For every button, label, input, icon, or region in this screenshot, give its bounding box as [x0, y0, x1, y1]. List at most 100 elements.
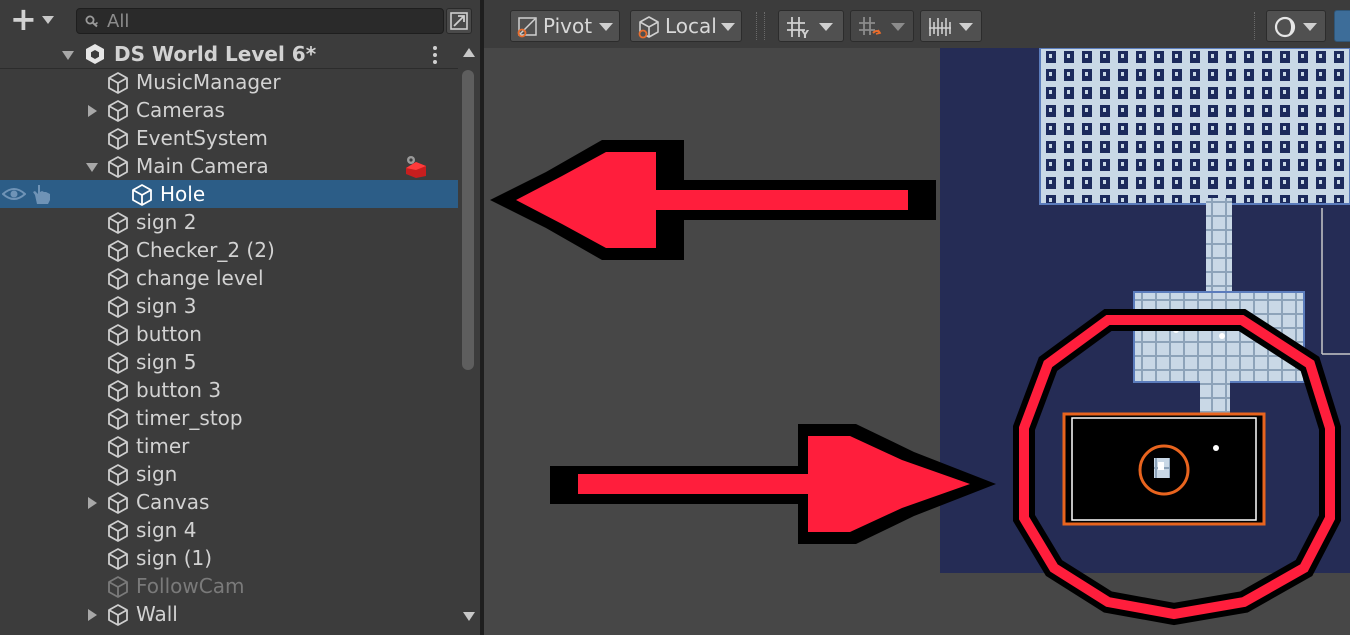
hierarchy-item-label: change level [136, 266, 264, 290]
svg-text:Y: Y [800, 28, 810, 39]
hierarchy-item-label: MusicManager [136, 70, 281, 94]
chevron-down-icon [959, 23, 973, 31]
gameobject-cube-icon [108, 296, 128, 318]
gameobject-cube-icon [108, 240, 128, 262]
hierarchy-scrollbar[interactable] [458, 40, 480, 635]
hierarchy-item-checker-2-2[interactable]: Checker_2 (2) [0, 236, 458, 264]
chevron-down-icon [599, 23, 613, 31]
hierarchy-item-canvas[interactable]: Canvas [0, 488, 458, 516]
hierarchy-item-button-3[interactable]: button 3 [0, 376, 458, 404]
search-input[interactable] [107, 9, 427, 33]
chevron-down-icon [721, 23, 735, 31]
local-icon [638, 16, 659, 39]
maze-block [1039, 48, 1350, 205]
gameobject-cube-icon [108, 324, 128, 346]
gameobject-cube-icon [108, 352, 128, 374]
hierarchy-item-sign-2[interactable]: sign 2 [0, 208, 458, 236]
hierarchy-item-label: Wall [136, 602, 178, 626]
hierarchy-item-timer-stop[interactable]: timer_stop [0, 404, 458, 432]
pivot-label: Pivot [543, 14, 593, 38]
grid-snap-icon: Y [787, 17, 810, 39]
scene-canvas[interactable] [484, 48, 1350, 635]
hierarchy-item-label: sign 2 [136, 210, 197, 234]
gameobject-cube-icon [108, 436, 128, 458]
increment-snap-button[interactable] [850, 10, 914, 42]
scroll-down-icon[interactable] [463, 612, 475, 621]
hierarchy-panel: + DS World Level [0, 0, 480, 635]
plus-icon: + [10, 0, 37, 38]
more-options-icon[interactable] [430, 46, 440, 64]
hierarchy-item-label: Cameras [136, 98, 225, 122]
foldout-collapsed-icon[interactable] [88, 497, 97, 509]
hierarchy-item-cameras[interactable]: Cameras [0, 96, 458, 124]
hierarchy-item-label: FollowCam [136, 574, 245, 598]
local-label: Local [665, 14, 717, 38]
handle-space-button[interactable]: Local [630, 10, 742, 42]
scroll-thumb[interactable] [462, 70, 474, 370]
grid-snap-button[interactable]: Y [778, 10, 844, 42]
scene-name: DS World Level 6* [114, 42, 317, 66]
hierarchy-item-label: Checker_2 (2) [136, 238, 275, 262]
scene-view: Pivot Local Y [484, 0, 1350, 635]
gameobject-cube-icon [108, 408, 128, 430]
hierarchy-item-followcam[interactable]: FollowCam [0, 572, 458, 600]
hierarchy-search-box[interactable] [76, 8, 444, 34]
hierarchy-item-musicmanager[interactable]: MusicManager [0, 68, 458, 96]
toolbar-separator [756, 12, 758, 40]
chevron-down-icon [819, 23, 833, 31]
gameobject-cube-icon [108, 548, 128, 570]
eye-icon[interactable] [2, 184, 26, 204]
hierarchy-item-sign[interactable]: sign [0, 460, 458, 488]
hierarchy-item-change-level[interactable]: change level [0, 264, 458, 292]
ruler-snap-button[interactable] [920, 10, 982, 42]
hierarchy-item-label: EventSystem [136, 126, 268, 150]
foldout-collapsed-icon[interactable] [88, 609, 97, 621]
sprite-marker [1219, 333, 1225, 339]
sprite-marker [1213, 445, 1219, 451]
shading-mode-icon [1274, 16, 1296, 38]
gameobject-cube-icon [108, 576, 128, 598]
hierarchy-item-wall[interactable]: Wall [0, 600, 458, 628]
hand-icon[interactable] [30, 183, 54, 205]
hierarchy-item-eventsystem[interactable]: EventSystem [0, 124, 458, 152]
gameobject-cube-icon [108, 520, 128, 542]
increment-snap-icon [859, 17, 882, 35]
chevron-down-icon [42, 16, 54, 24]
hierarchy-item-label: timer [136, 434, 190, 458]
gameobject-cube-icon [108, 268, 128, 290]
hierarchy-item-label: Main Camera [136, 154, 269, 178]
hierarchy-item-label: sign (1) [136, 546, 213, 570]
hierarchy-item-timer[interactable]: timer [0, 432, 458, 460]
hierarchy-item-sign-4[interactable]: sign 4 [0, 516, 458, 544]
ruler-icon [929, 18, 951, 36]
gameobject-cube-icon [108, 604, 128, 626]
shading-mode-button[interactable] [1266, 10, 1326, 42]
create-button[interactable]: + [6, 2, 62, 36]
maximize-button[interactable] [446, 8, 472, 34]
foldout-expanded-icon[interactable] [62, 51, 74, 60]
hierarchy-item-button[interactable]: button [0, 320, 458, 348]
player-sprite [1158, 462, 1164, 470]
foldout-expanded-icon[interactable] [86, 163, 98, 172]
hierarchy-item-label: Canvas [136, 490, 210, 514]
hierarchy-item-label: button [136, 322, 202, 346]
hierarchy-item-label: Hole [160, 182, 206, 206]
chevron-down-icon [891, 23, 905, 31]
annotation-arrow-right [578, 436, 970, 532]
scroll-up-icon[interactable] [463, 48, 475, 57]
hierarchy-item-label: timer_stop [136, 406, 243, 430]
foldout-collapsed-icon[interactable] [88, 105, 97, 117]
hierarchy-item-main-camera[interactable]: Main Camera [0, 152, 458, 180]
gameobject-cube-icon [108, 100, 128, 122]
hierarchy-item-sign-3[interactable]: sign 3 [0, 292, 458, 320]
gameobject-cube-icon [108, 72, 128, 94]
gameobject-cube-icon [108, 380, 128, 402]
hierarchy-item-sign-5[interactable]: sign 5 [0, 348, 458, 376]
scene-header-row[interactable]: DS World Level 6* [0, 40, 458, 69]
hierarchy-item-hole[interactable]: Hole [0, 180, 458, 208]
2d-toggle-button[interactable] [1334, 10, 1350, 42]
expand-icon [450, 12, 468, 30]
hierarchy-item-sign-1[interactable]: sign (1) [0, 544, 458, 572]
pivot-toggle-button[interactable]: Pivot [510, 10, 620, 42]
hierarchy-item-label: sign 3 [136, 294, 197, 318]
